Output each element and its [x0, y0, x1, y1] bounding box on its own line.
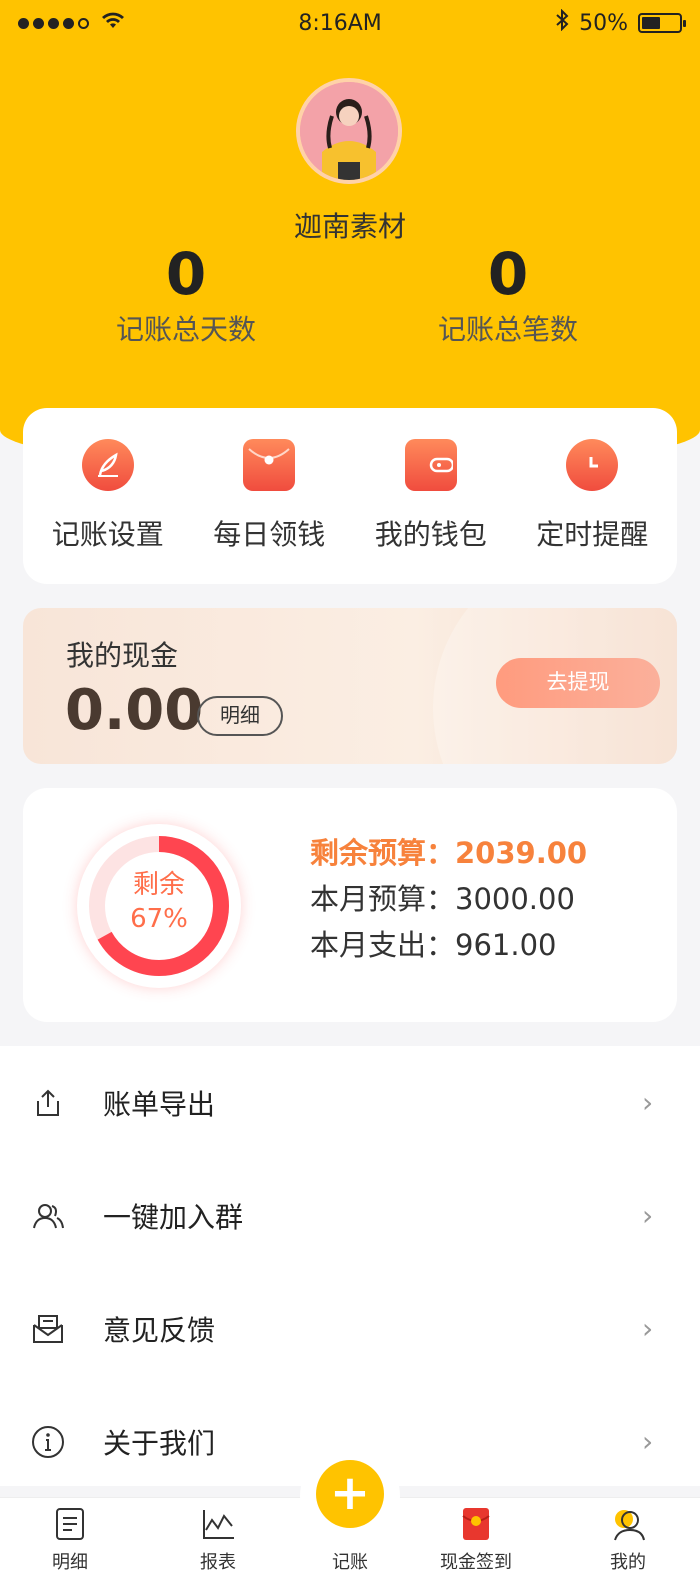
menu-label: 账单导出	[103, 1087, 216, 1121]
quick-actions-card: 记账设置 每日领钱 我的钱包 定时提醒	[23, 408, 677, 584]
chevron-right-icon: ›	[642, 1312, 654, 1345]
settings-menu: 账单导出 › 一键加入群 › 意见反馈 › 关于我们 ›	[0, 1046, 700, 1486]
tab-label: 明细	[52, 1552, 88, 1573]
menu-label: 关于我们	[103, 1426, 216, 1460]
menu-label: 一键加入群	[103, 1200, 244, 1234]
feather-icon	[81, 439, 134, 491]
tab-label: 我的	[610, 1552, 646, 1573]
ring-percent: 67%	[130, 904, 188, 934]
user-icon	[610, 1506, 646, 1542]
monthly-spent: 本月支出：961.00	[310, 928, 557, 962]
stat-label: 记账总天数	[115, 312, 256, 346]
chevron-right-icon: ›	[642, 1086, 654, 1119]
bottom-tab-bar: + 明细 报表 记账 现金签到 我的	[0, 1446, 700, 1585]
menu-label: 意见反馈	[103, 1313, 216, 1347]
line-chart-icon	[200, 1506, 236, 1542]
add-record-button[interactable]: +	[316, 1460, 384, 1528]
quick-item-wallet[interactable]: 我的钱包	[351, 439, 511, 553]
budget-ring: 剩余 67%	[77, 824, 241, 988]
quick-item-label: 每日领钱	[213, 518, 326, 551]
monthly-budget: 本月预算：3000.00	[310, 882, 575, 916]
tab-label: 现金签到	[440, 1552, 512, 1573]
cash-detail-button[interactable]: 明细	[197, 696, 283, 736]
tab-add-record[interactable]: 记账	[300, 1542, 400, 1574]
menu-item-export[interactable]: 账单导出 ›	[0, 1046, 700, 1159]
stat-value: 0	[487, 240, 529, 308]
tab-cash-checkin[interactable]: 现金签到	[426, 1506, 526, 1574]
tab-details[interactable]: 明细	[20, 1506, 120, 1574]
quick-item-settings[interactable]: 记账设置	[28, 439, 188, 553]
quick-item-label: 记账设置	[51, 518, 164, 551]
tab-reports[interactable]: 报表	[168, 1506, 268, 1574]
bluetooth-icon	[555, 8, 569, 37]
red-envelope-icon	[458, 1506, 494, 1542]
chevron-right-icon: ›	[642, 1199, 654, 1232]
tab-label: 报表	[200, 1552, 236, 1573]
quick-item-reminder[interactable]: 定时提醒	[512, 439, 672, 553]
alarm-clock-icon	[566, 439, 619, 491]
feedback-mail-icon	[30, 1311, 66, 1347]
info-icon	[30, 1424, 66, 1460]
signal-icon	[18, 11, 125, 35]
budget-card: 剩余 67% 剩余预算：2039.00 本月预算：3000.00 本月支出：96…	[23, 788, 677, 1022]
ring-label: 剩余	[132, 870, 185, 900]
avatar[interactable]	[296, 78, 402, 184]
menu-item-feedback[interactable]: 意见反馈 ›	[0, 1272, 700, 1385]
tab-label: 记账	[332, 1552, 368, 1573]
quick-item-label: 我的钱包	[374, 518, 487, 551]
stat-total-days: 0 记账总天数	[86, 240, 286, 348]
status-bar: 8:16AM 50%	[0, 0, 700, 46]
chevron-right-icon: ›	[642, 1425, 654, 1458]
stat-label: 记账总笔数	[437, 312, 578, 346]
wifi-icon	[101, 11, 125, 35]
group-icon	[30, 1198, 66, 1234]
cash-card: 我的现金 0.00 明细 去提现	[23, 608, 677, 764]
wallet-icon	[404, 439, 457, 491]
username: 迦南素材	[293, 210, 406, 243]
menu-item-join-group[interactable]: 一键加入群 ›	[0, 1159, 700, 1272]
red-envelope-icon	[243, 439, 296, 491]
quick-item-label: 定时提醒	[536, 518, 649, 551]
export-icon	[30, 1085, 66, 1121]
status-time: 8:16AM	[298, 10, 382, 36]
ledger-icon	[52, 1506, 88, 1542]
tab-mine[interactable]: 我的	[578, 1506, 678, 1574]
battery-icon	[638, 13, 686, 33]
remaining-budget: 剩余预算：2039.00	[310, 836, 588, 870]
withdraw-button[interactable]: 去提现	[496, 658, 660, 708]
quick-item-daily-money[interactable]: 每日领钱	[189, 439, 349, 553]
stat-value: 0	[165, 240, 207, 308]
battery-percent: 50%	[579, 10, 628, 36]
cash-amount: 0.00	[65, 678, 204, 743]
cash-title: 我的现金	[66, 639, 179, 672]
stat-total-records: 0 记账总笔数	[408, 240, 608, 348]
